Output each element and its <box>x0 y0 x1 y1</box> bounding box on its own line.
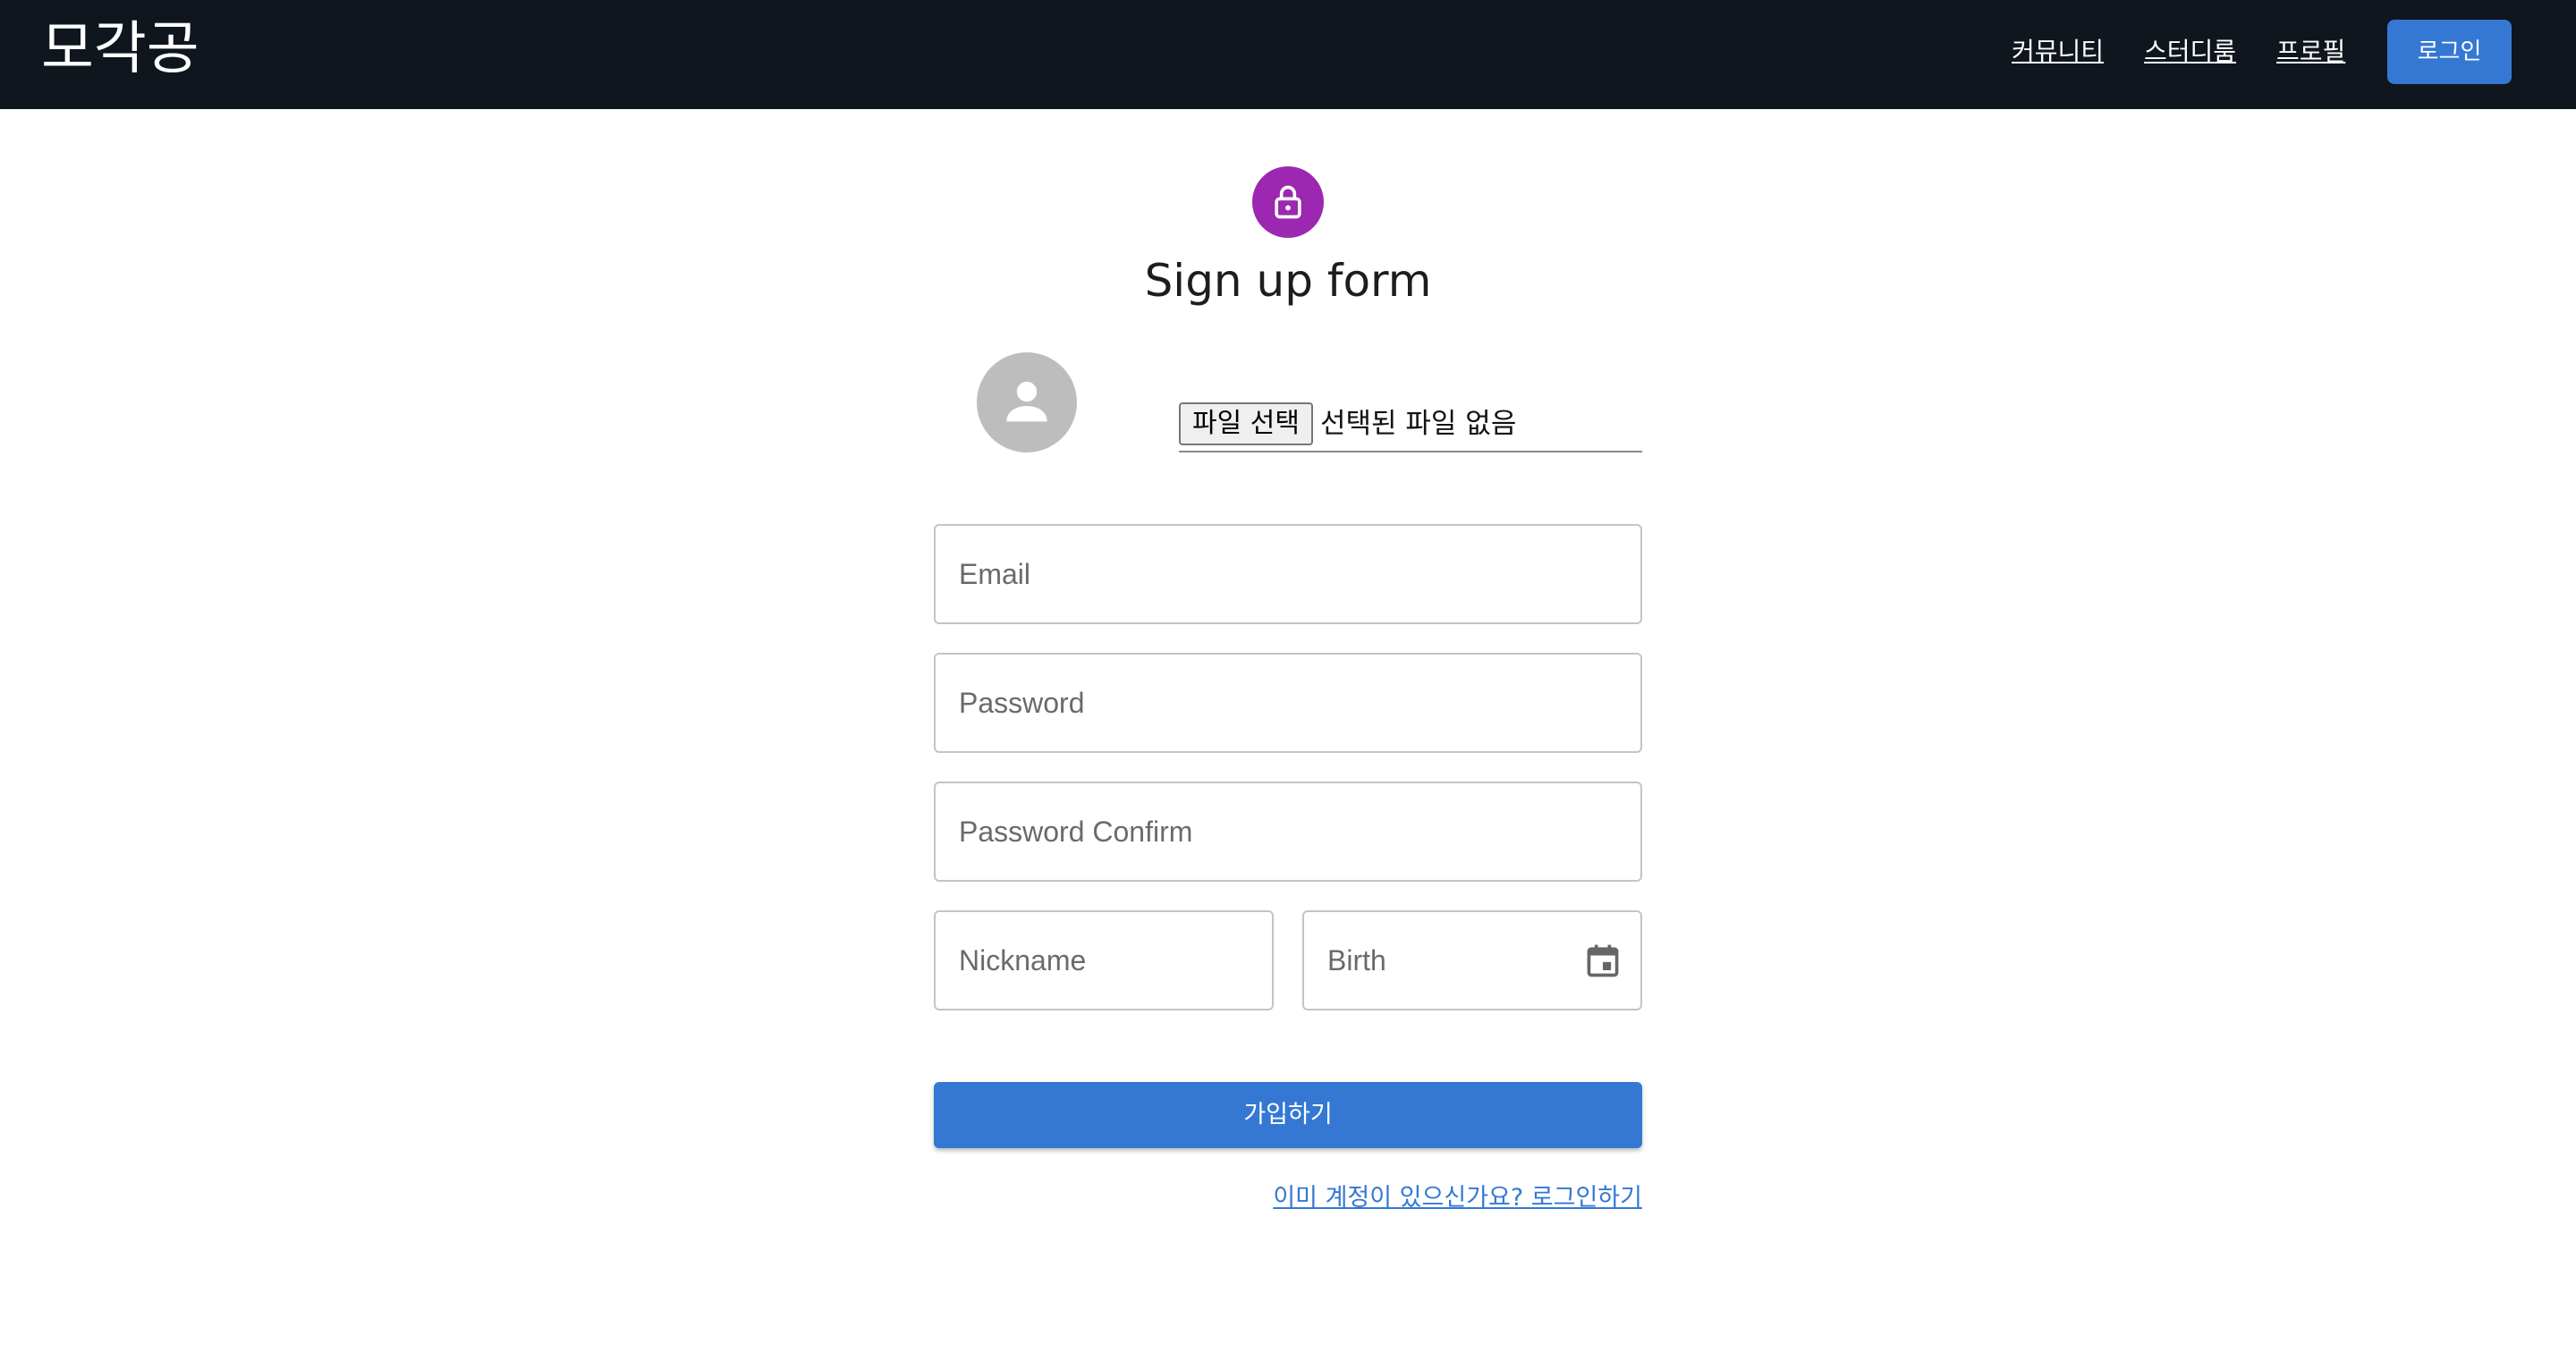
email-field-container <box>934 524 1642 624</box>
nav-link-community[interactable]: 커뮤니티 <box>2012 34 2104 70</box>
signin-link[interactable]: 이미 계정이 있으신가요? 로그인하기 <box>1252 1180 1642 1216</box>
nickname-field-container <box>934 910 1274 1010</box>
calendar-icon[interactable] <box>1583 941 1623 980</box>
profile-image-file-input: 파일 선택 선택된 파일 없음 <box>1179 402 1642 452</box>
lock-avatar <box>1252 166 1324 238</box>
login-button[interactable]: 로그인 <box>2387 20 2512 84</box>
top-navbar: 모각공 커뮤니티 스터디룸 프로필 로그인 <box>0 0 2576 109</box>
brand-logo[interactable]: 모각공 <box>41 9 199 89</box>
password-field-container <box>934 653 1642 753</box>
nav-link-profile[interactable]: 프로필 <box>2276 34 2345 70</box>
page-title: Sign up form <box>1144 255 1432 307</box>
lock-icon <box>1275 185 1301 219</box>
birth-field-container <box>1302 910 1642 1010</box>
password-field[interactable] <box>936 655 1640 751</box>
signup-submit-button[interactable]: 가입하기 <box>934 1082 1642 1148</box>
password-confirm-field-container <box>934 782 1642 882</box>
nickname-field[interactable] <box>936 912 1272 1009</box>
choose-file-button[interactable]: 파일 선택 <box>1179 402 1313 445</box>
file-status-text: 선택된 파일 없음 <box>1320 408 1517 440</box>
profile-avatar <box>977 352 1077 452</box>
password-confirm-field[interactable] <box>936 783 1640 880</box>
email-field[interactable] <box>936 526 1640 622</box>
nav-link-studyroom[interactable]: 스터디룸 <box>2144 34 2236 70</box>
person-icon <box>1006 381 1047 422</box>
